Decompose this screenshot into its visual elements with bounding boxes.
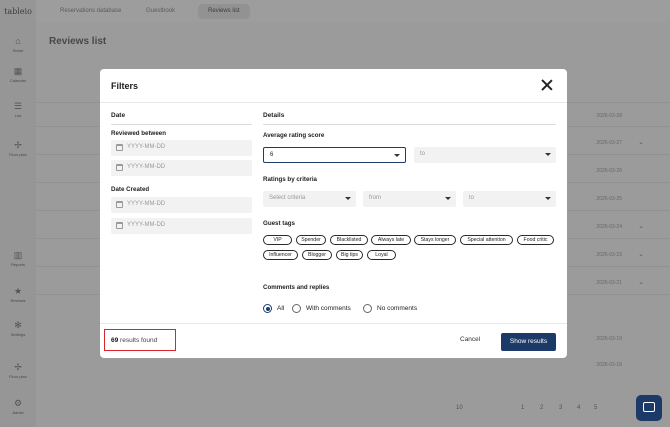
tag-big-tips[interactable]: Big tips <box>336 250 363 260</box>
radio-no-comments[interactable] <box>363 304 372 313</box>
select-placeholder: Select criteria <box>269 195 306 201</box>
ratings-by-criteria-label: Ratings by criteria <box>263 176 317 183</box>
date-placeholder: YYYY-MM-DD <box>127 201 166 207</box>
chevron-down-icon <box>545 197 551 200</box>
chevron-down-icon <box>445 197 451 200</box>
section-divider <box>111 124 252 125</box>
created-from-field[interactable]: YYYY-MM-DD <box>111 197 252 213</box>
close-icon[interactable] <box>541 79 553 91</box>
calendar-icon <box>116 222 123 229</box>
comments-replies-label: Comments and replies <box>263 284 330 291</box>
results-count: 69 <box>111 337 119 344</box>
criteria-to-select[interactable]: to <box>463 191 556 207</box>
modal-title: Filters <box>111 81 139 91</box>
created-to-field[interactable]: YYYY-MM-DD <box>111 218 252 234</box>
footer-divider <box>100 323 567 324</box>
tag-always-late[interactable]: Always late <box>371 235 411 245</box>
calendar-icon <box>116 144 123 151</box>
reviewed-from-field[interactable]: YYYY-MM-DD <box>111 140 252 156</box>
date-placeholder: YYYY-MM-DD <box>127 222 166 228</box>
calendar-icon <box>116 164 123 171</box>
average-rating-select[interactable]: 6 <box>263 147 406 163</box>
radio-all[interactable] <box>263 304 272 313</box>
radio-no-comments-label[interactable]: No comments <box>377 305 417 312</box>
chevron-down-icon <box>545 153 551 156</box>
average-rating-value: 6 <box>270 151 274 158</box>
results-suffix: results found <box>120 337 158 344</box>
criteria-from-select[interactable]: from <box>363 191 456 207</box>
radio-all-label[interactable]: All <box>277 305 284 312</box>
tag-influencer[interactable]: Influencer <box>263 250 298 260</box>
tag-food-critic[interactable]: Food critic <box>517 235 554 245</box>
date-created-label: Date Created <box>111 186 150 193</box>
tag-special-attention[interactable]: Special attention <box>460 235 513 245</box>
average-rating-to-select[interactable]: to <box>414 147 556 163</box>
radio-with-comments[interactable] <box>292 304 301 313</box>
calendar-icon <box>116 201 123 208</box>
criteria-select[interactable]: Select criteria <box>263 191 356 207</box>
date-placeholder: YYYY-MM-DD <box>127 144 166 150</box>
cancel-button[interactable]: Cancel <box>460 336 480 343</box>
tag-loyal[interactable]: Loyal <box>367 250 396 260</box>
chat-bubble-icon <box>643 402 655 412</box>
tag-stays-longer[interactable]: Stays longer <box>414 235 456 245</box>
select-placeholder: to <box>469 195 475 201</box>
tag-vip[interactable]: VIP <box>263 235 292 245</box>
select-placeholder: from <box>369 195 381 201</box>
section-divider <box>263 124 556 125</box>
tag-blogger[interactable]: Blogger <box>302 250 332 260</box>
tag-spender[interactable]: Spender <box>296 235 326 245</box>
show-results-button[interactable]: Show results <box>501 333 556 351</box>
reviewed-to-field[interactable]: YYYY-MM-DD <box>111 160 252 176</box>
date-placeholder: YYYY-MM-DD <box>127 164 166 170</box>
details-section-heading: Details <box>263 112 285 119</box>
chevron-down-icon <box>394 154 400 157</box>
guest-tags-label: Guest tags <box>263 220 295 227</box>
radio-with-comments-label[interactable]: With comments <box>306 305 351 312</box>
filters-modal: Filters Date Reviewed between YYYY-MM-DD… <box>100 69 567 358</box>
reviewed-between-label: Reviewed between <box>111 130 167 137</box>
header-divider <box>100 102 567 103</box>
average-rating-label: Average rating score <box>263 132 325 139</box>
results-count-highlight: 69 results found <box>104 329 176 351</box>
date-section-heading: Date <box>111 112 126 119</box>
results-found-text: 69 results found <box>111 337 157 344</box>
select-placeholder: to <box>420 151 426 157</box>
tag-blacklisted[interactable]: Blacklisted <box>330 235 368 245</box>
chevron-down-icon <box>345 197 351 200</box>
chat-support-button[interactable] <box>636 395 662 421</box>
